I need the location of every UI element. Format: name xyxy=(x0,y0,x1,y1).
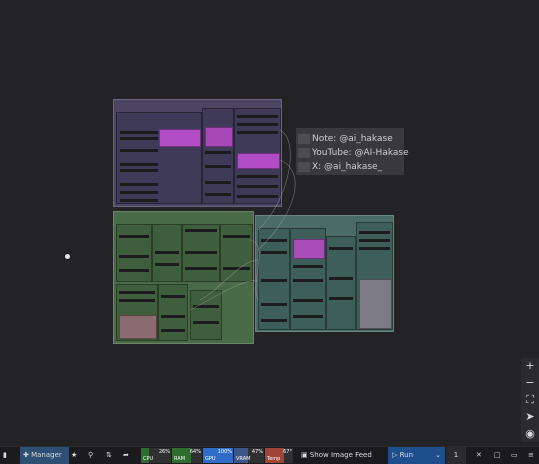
note-line: X: @ai_hakase_ xyxy=(296,160,404,174)
node-green-6[interactable] xyxy=(158,284,188,341)
magenta-widget-3[interactable] xyxy=(237,153,280,169)
locate-icon[interactable]: ➤ xyxy=(521,409,539,425)
node-purple-mid[interactable] xyxy=(202,108,234,204)
note-line: Note: @ai_hakase xyxy=(296,132,404,146)
node-green-3[interactable] xyxy=(182,224,220,282)
bookmark-icon[interactable]: ▮ xyxy=(3,447,7,464)
fit-view-button[interactable]: ⛶ xyxy=(521,392,539,408)
preview-image xyxy=(119,315,157,339)
magenta-widget-2[interactable] xyxy=(205,127,233,147)
panel-icon[interactable]: ▭ xyxy=(511,447,518,464)
close-icon[interactable]: ✕ xyxy=(476,447,482,464)
note-icon xyxy=(298,148,310,158)
node-green-2[interactable] xyxy=(152,224,182,282)
bottom-toolbar: ▮ ✚ Manager ★ ⚲ ⇅ ➦ 26% CPU 64% RAM 100%… xyxy=(0,446,539,464)
node-teal-3[interactable] xyxy=(326,236,356,330)
note-node[interactable]: Note: @ai_hakase YouTube: @AI-Hakase X: … xyxy=(296,128,409,175)
note-line: YouTube: @AI-Hakase xyxy=(296,146,409,160)
run-button[interactable]: ▷ Run ⌄ xyxy=(388,447,445,464)
puzzle-icon: ✚ xyxy=(23,451,32,459)
manager-button[interactable]: ✚ Manager xyxy=(20,447,69,464)
canvas-controls: + − ⛶ ➤ ◉ xyxy=(521,358,539,442)
menu-icon[interactable]: ≡ xyxy=(528,447,534,464)
star-icon[interactable]: ★ xyxy=(71,447,77,464)
node-teal-2[interactable] xyxy=(290,228,326,330)
node-purple-left[interactable] xyxy=(116,112,202,204)
vram-meter: 47% VRAM xyxy=(234,448,264,463)
magenta-widget[interactable] xyxy=(159,129,201,147)
sort-icon[interactable]: ⇅ xyxy=(106,447,112,464)
share-icon[interactable]: ➦ xyxy=(123,447,129,464)
chevron-down-icon[interactable]: ⌄ xyxy=(435,447,441,464)
node-group-purple[interactable] xyxy=(113,99,282,207)
zoom-in-button[interactable]: + xyxy=(521,358,539,374)
play-icon: ▷ xyxy=(392,451,400,459)
image-icon: ▣ xyxy=(301,451,310,459)
node-teal-4[interactable] xyxy=(356,222,393,330)
square-icon[interactable]: □ xyxy=(494,447,501,464)
node-purple-right[interactable] xyxy=(234,108,281,204)
node-group-teal[interactable] xyxy=(255,215,394,332)
cpu-meter: 26% CPU xyxy=(141,448,171,463)
zoom-out-button[interactable]: − xyxy=(521,375,539,391)
temp-meter: 67° Temp xyxy=(265,448,293,463)
preview-image xyxy=(359,279,392,329)
node-green-7[interactable] xyxy=(190,290,222,340)
toggle-links-icon[interactable]: ◉ xyxy=(521,426,539,442)
node-green-1[interactable] xyxy=(116,224,152,282)
canvas-point xyxy=(65,254,70,259)
queue-count-input[interactable]: 1 xyxy=(446,447,466,464)
node-group-green[interactable] xyxy=(113,211,254,344)
node-green-4[interactable] xyxy=(220,224,253,282)
node-green-5[interactable] xyxy=(116,284,158,341)
note-icon xyxy=(298,162,310,172)
filter-icon[interactable]: ⚲ xyxy=(88,447,93,464)
magenta-widget-4[interactable] xyxy=(293,239,325,259)
ram-meter: 64% RAM xyxy=(172,448,202,463)
show-image-feed-button[interactable]: ▣ Show Image Feed xyxy=(301,447,372,464)
gpu-meter: 100% GPU xyxy=(203,448,233,463)
node-teal-1[interactable] xyxy=(258,228,290,330)
workflow-canvas[interactable]: Note: @ai_hakase YouTube: @AI-Hakase X: … xyxy=(0,0,539,446)
note-icon xyxy=(298,134,310,144)
